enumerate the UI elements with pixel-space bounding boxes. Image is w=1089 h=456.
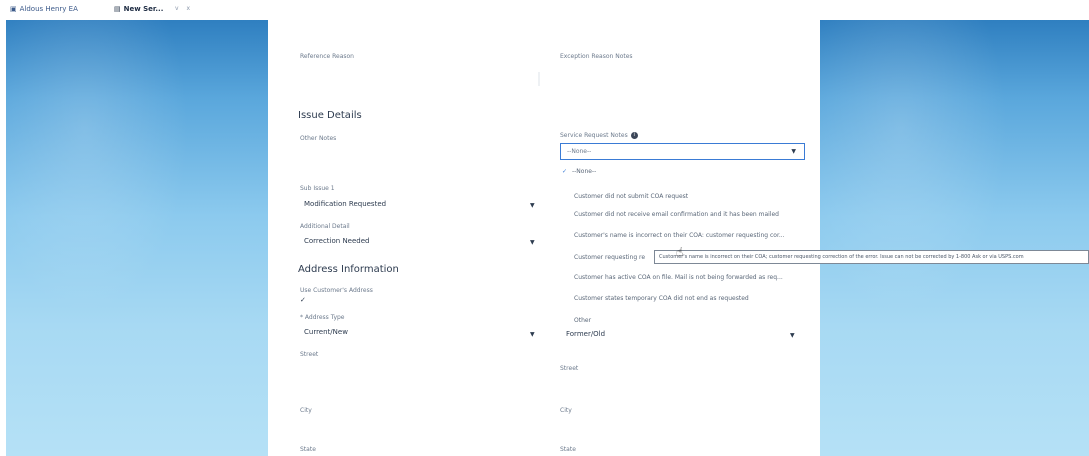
additional-detail-select[interactable]: Correction Needed <box>304 237 369 245</box>
street-label-right: Street <box>560 365 579 372</box>
info-icon[interactable]: i <box>630 132 638 139</box>
reference-reason-label: Reference Reason <box>300 53 354 60</box>
state-label-right: State <box>560 446 576 453</box>
dropdown-option[interactable]: Customer requesting re <box>574 254 645 261</box>
tab-contact-label: Aldous Henry EA <box>19 5 78 13</box>
sub-issue-label: Sub Issue 1 <box>300 185 335 192</box>
service-request-notes-select[interactable]: --None-- ▼ <box>560 143 805 160</box>
city-label-right: City <box>560 407 572 414</box>
right-background-panel <box>820 20 1089 456</box>
other-notes-label: Other Notes <box>300 135 337 142</box>
check-icon: ✓ <box>562 168 568 175</box>
state-label: State <box>300 446 316 453</box>
tab-new-service-request-label: New Ser... <box>123 5 164 13</box>
hand-cursor-icon: ☝ <box>676 245 684 259</box>
option-tooltip: Customer's name is incorrect on their CO… <box>654 250 1089 264</box>
tab-controls[interactable]: v x <box>175 5 193 12</box>
chevron-down-icon[interactable]: ▼ <box>790 332 795 339</box>
sub-issue-select[interactable]: Modification Requested <box>304 200 386 208</box>
chevron-down-icon[interactable]: ▼ <box>530 331 535 338</box>
use-customer-address-label: Use Customer's Address <box>300 287 373 294</box>
dropdown-option[interactable]: Customer states temporary COA did not en… <box>574 295 749 302</box>
city-label: City <box>300 407 312 414</box>
tab-bar: ▣ Aldous Henry EA ▤ New Ser... v x <box>0 0 1089 20</box>
service-request-notes-text: Service Request Notes <box>560 132 628 139</box>
dropdown-option[interactable]: Other <box>574 317 591 324</box>
dropdown-option-none[interactable]: ✓ --None-- <box>562 168 596 175</box>
left-background-panel <box>6 20 268 456</box>
chevron-down-icon[interactable]: ▼ <box>530 202 535 209</box>
address-information-heading: Address Information <box>298 264 399 275</box>
address-type-select[interactable]: Current/New <box>304 328 348 336</box>
tab-contact[interactable]: ▣ Aldous Henry EA <box>10 5 78 13</box>
address-type-select-right[interactable]: Former/Old <box>566 330 605 338</box>
dropdown-option[interactable]: Customer did not submit COA request <box>574 193 688 200</box>
dropdown-option[interactable]: Customer did not receive email confirmat… <box>574 211 779 218</box>
service-request-form: Reference Reason Exception Reason Notes … <box>268 20 820 456</box>
person-card-icon: ▣ <box>10 5 17 13</box>
dropdown-option-highlighted[interactable]: Customer's name is incorrect on their CO… <box>574 232 785 239</box>
chevron-down-icon: ▼ <box>791 148 796 155</box>
exception-reason-notes-label: Exception Reason Notes <box>560 53 633 60</box>
briefcase-icon: ▤ <box>114 5 121 13</box>
use-customer-address-checkbox[interactable]: ✓ <box>300 296 306 304</box>
additional-detail-label: Additional Detail <box>300 223 350 230</box>
tab-new-service-request[interactable]: ▤ New Ser... <box>114 5 163 13</box>
street-label: Street <box>300 351 319 358</box>
chevron-down-icon[interactable]: ▼ <box>530 239 535 246</box>
issue-details-heading: Issue Details <box>298 110 362 121</box>
address-type-label: * Address Type <box>300 314 345 321</box>
select-value: --None-- <box>567 148 592 155</box>
service-request-notes-label: Service Request Notes i <box>560 132 638 139</box>
dropdown-option[interactable]: Customer has active COA on file. Mail is… <box>574 274 783 281</box>
